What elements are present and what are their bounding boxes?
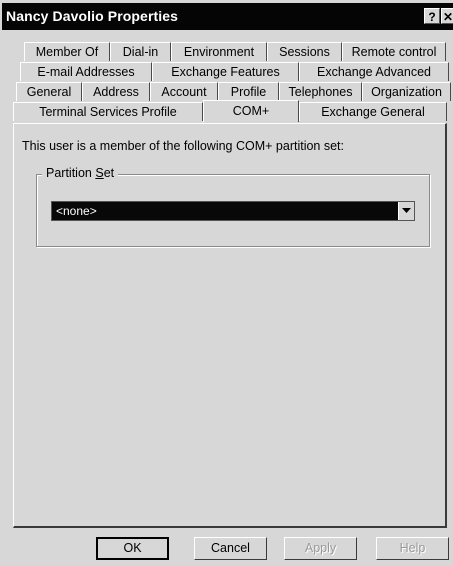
partition-set-label: Partition Set <box>42 166 119 180</box>
tab-profile[interactable]: Profile <box>218 82 279 101</box>
apply-button[interactable]: Apply <box>284 537 357 560</box>
help-icon[interactable]: ? <box>424 8 440 24</box>
partition-set-dropdown[interactable]: <none> <box>51 201 415 221</box>
tab-email-addresses[interactable]: E-mail Addresses <box>20 62 152 81</box>
tab-remote-control[interactable]: Remote control <box>342 42 446 61</box>
tab-general[interactable]: General <box>16 82 82 101</box>
tab-environment[interactable]: Environment <box>171 42 267 61</box>
tab-sessions[interactable]: Sessions <box>267 42 342 61</box>
title-bar[interactable]: Nancy Davolio Properties ? ✕ <box>2 3 453 30</box>
ok-button[interactable]: OK <box>96 537 169 560</box>
properties-dialog: Nancy Davolio Properties ? ✕ Member Of D… <box>0 0 453 566</box>
tab-account[interactable]: Account <box>150 82 218 101</box>
tab-organization[interactable]: Organization <box>362 82 451 101</box>
intro-text: This user is a member of the following C… <box>22 139 345 153</box>
tab-com-plus[interactable]: COM+ <box>203 100 299 122</box>
close-icon[interactable]: ✕ <box>441 8 453 24</box>
tab-address[interactable]: Address <box>82 82 150 101</box>
help-button[interactable]: Help <box>376 537 449 560</box>
cancel-button[interactable]: Cancel <box>194 537 267 560</box>
partition-set-value: <none> <box>56 204 97 218</box>
tab-exchange-advanced[interactable]: Exchange Advanced <box>299 62 449 81</box>
tab-dial-in[interactable]: Dial-in <box>110 42 171 61</box>
tab-telephones[interactable]: Telephones <box>279 82 362 101</box>
window-title: Nancy Davolio Properties <box>6 8 179 24</box>
chevron-down-icon[interactable] <box>398 202 414 220</box>
tab-terminal-services-profile[interactable]: Terminal Services Profile <box>13 102 203 121</box>
tab-exchange-features[interactable]: Exchange Features <box>152 62 299 81</box>
tab-exchange-general[interactable]: Exchange General <box>299 102 447 121</box>
tab-member-of[interactable]: Member Of <box>24 42 110 61</box>
